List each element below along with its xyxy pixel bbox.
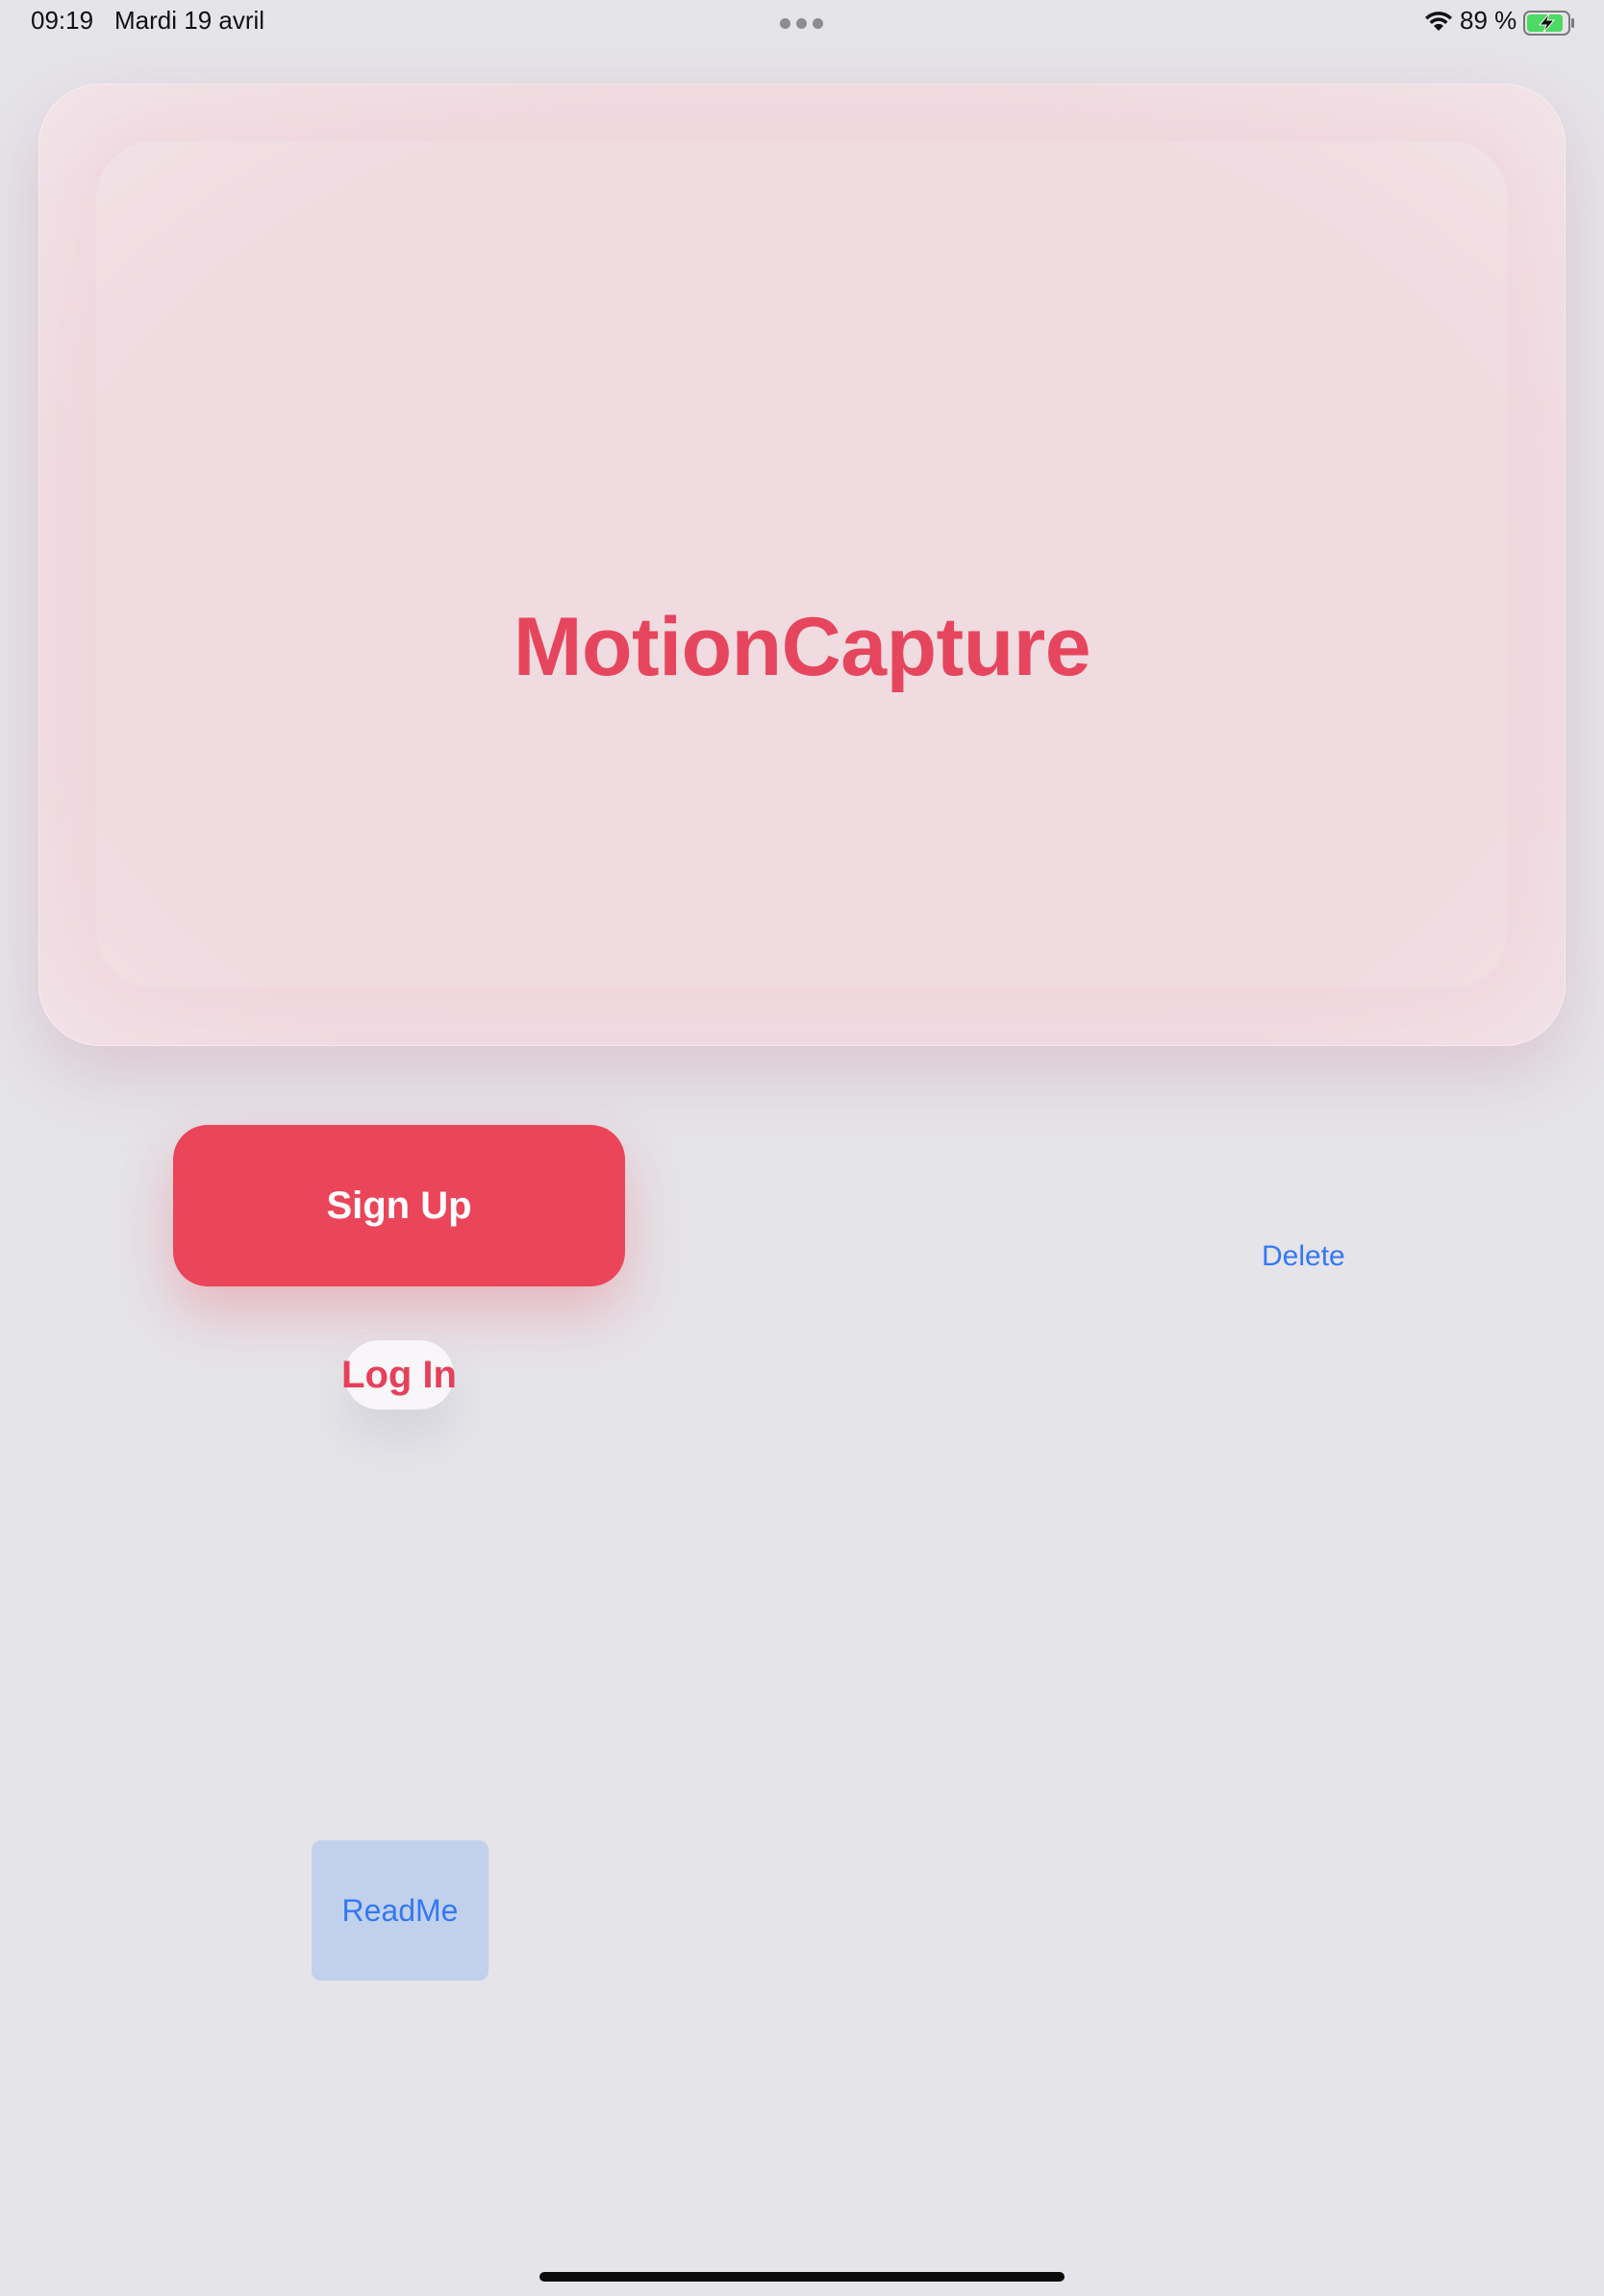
status-date: Mardi 19 avril [114, 6, 265, 35]
sign-up-button[interactable]: Sign Up [173, 1125, 625, 1286]
multitask-dots-icon[interactable] [780, 18, 824, 30]
hero-card: MotionCapture [38, 84, 1566, 1046]
readme-button[interactable]: ReadMe [312, 1840, 489, 1981]
delete-button[interactable]: Delete [1262, 1240, 1345, 1273]
hero-glow [96, 141, 1508, 988]
app-title: MotionCapture [513, 601, 1091, 693]
battery-charging-icon [1523, 11, 1574, 36]
status-time: 09:19 [31, 6, 94, 35]
log-in-button[interactable]: Log In [341, 1340, 457, 1410]
wifi-icon [1425, 12, 1452, 31]
home-indicator[interactable] [539, 2272, 1065, 2282]
battery-percent: 89 % [1460, 6, 1517, 35]
